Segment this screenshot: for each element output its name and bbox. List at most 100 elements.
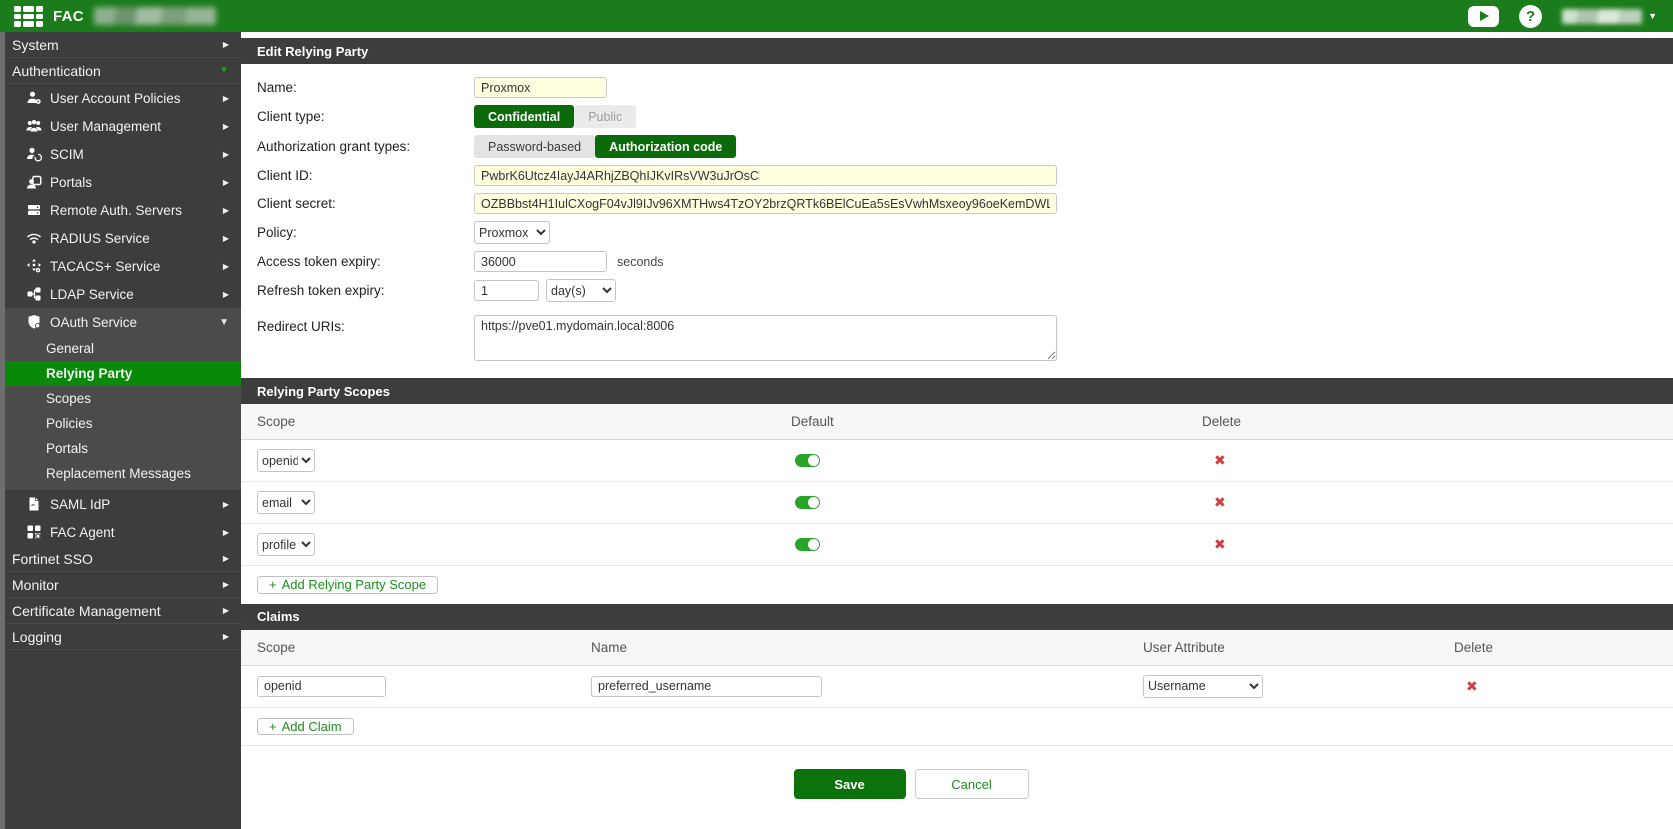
claims-col-delete: Delete (1438, 630, 1673, 665)
sidebar-item-fortinet-sso[interactable]: Fortinet SSO ▶ (5, 546, 241, 572)
sidebar-item-label: Relying Party (46, 366, 132, 381)
scopes-section-title: Relying Party Scopes (241, 378, 1673, 404)
sidebar-item-portals[interactable]: Portals ▶ (5, 168, 241, 196)
sidebar-item-label: Authentication (12, 63, 101, 79)
name-input[interactable] (474, 77, 607, 98)
client-id-label: Client ID: (257, 168, 474, 183)
chevron-down-icon: ▼ (219, 65, 229, 76)
grant-types-label: Authorization grant types: (257, 139, 474, 154)
claim-user-attribute-select[interactable]: Username (1143, 675, 1263, 698)
redacted-username (1562, 9, 1642, 24)
claim-name-input[interactable] (591, 676, 822, 697)
scopes-col-scope: Scope (241, 404, 775, 439)
cancel-button[interactable]: Cancel (915, 769, 1029, 799)
policy-select[interactable]: Proxmox (474, 221, 550, 244)
chevron-right-icon: ▶ (223, 554, 229, 563)
main-panel: Edit Relying Party Name: Client type: Co… (241, 32, 1673, 829)
sidebar-item-label: Remote Auth. Servers (50, 203, 182, 218)
sidebar-item-system[interactable]: System ▶ (5, 32, 241, 58)
page-title: Edit Relying Party (241, 38, 1673, 64)
plus-icon: + (269, 719, 277, 734)
access-token-expiry-input[interactable] (474, 251, 607, 272)
redirect-uris-textarea[interactable]: https://pve01.mydomain.local:8006 (474, 315, 1057, 361)
sidebar-item-oauth-policies[interactable]: Policies (5, 411, 241, 436)
sidebar-item-authentication[interactable]: Authentication ▼ (5, 58, 241, 84)
add-claim-button[interactable]: + Add Claim (257, 718, 354, 736)
scope-select[interactable]: profile (257, 533, 315, 556)
claims-table-header: Scope Name User Attribute Delete (241, 630, 1673, 666)
chevron-right-icon: ▶ (223, 528, 229, 537)
tree-icon (26, 286, 42, 302)
sidebar-item-label: User Management (50, 119, 161, 134)
sidebar-item-monitor[interactable]: Monitor ▶ (5, 572, 241, 598)
form-actions: Save Cancel (241, 746, 1673, 829)
claim-row: Username ✖ (241, 666, 1673, 708)
relying-party-form: Name: Client type: Confidential Public A… (241, 64, 1673, 378)
delete-scope-button[interactable]: ✖ (1214, 494, 1226, 511)
claim-scope-input[interactable] (257, 676, 386, 697)
refresh-token-unit-select[interactable]: day(s) (546, 279, 616, 302)
users-icon (26, 118, 42, 134)
sidebar-item-label: Scopes (46, 391, 91, 406)
sidebar-item-label: Policies (46, 416, 93, 431)
sidebar-item-scim[interactable]: SCIM ▶ (5, 140, 241, 168)
refresh-token-expiry-label: Refresh token expiry: (257, 283, 474, 298)
sidebar-item-tacacs-service[interactable]: TACACS+ Service ▶ (5, 252, 241, 280)
scopes-table-header: Scope Default Delete (241, 404, 1673, 440)
sidebar-item-relying-party[interactable]: Relying Party (5, 361, 241, 386)
refresh-token-expiry-input[interactable] (474, 280, 539, 301)
client-secret-input[interactable] (474, 193, 1057, 214)
add-claim-label: Add Claim (282, 719, 342, 734)
sidebar-item-ldap-service[interactable]: LDAP Service ▶ (5, 280, 241, 308)
sidebar-item-user-account-policies[interactable]: User Account Policies ▶ (5, 84, 241, 112)
sidebar-item-certificate-management[interactable]: Certificate Management ▶ (5, 598, 241, 624)
sidebar-item-oauth-scopes[interactable]: Scopes (5, 386, 241, 411)
grant-types-toggle: Password-based Authorization code (474, 135, 736, 158)
claims-col-user-attribute: User Attribute (1127, 630, 1438, 665)
sidebar-item-label: FAC Agent (50, 525, 115, 540)
policy-label: Policy: (257, 225, 474, 240)
sidebar-item-oauth-portals[interactable]: Portals (5, 436, 241, 461)
sidebar-item-label: System (12, 37, 59, 53)
delete-scope-button[interactable]: ✖ (1214, 452, 1226, 469)
sidebar-item-remote-auth-servers[interactable]: Remote Auth. Servers ▶ (5, 196, 241, 224)
delete-claim-button[interactable]: ✖ (1466, 678, 1478, 695)
chevron-right-icon: ▶ (223, 632, 229, 641)
save-button[interactable]: Save (794, 769, 906, 799)
chevron-right-icon: ▶ (223, 234, 229, 243)
scope-select[interactable]: openid (257, 449, 315, 472)
sidebar-item-fac-agent[interactable]: FAC Agent ▶ (5, 518, 241, 546)
grant-authorization-code-button[interactable]: Authorization code (595, 135, 736, 158)
scope-row: email ✖ (241, 482, 1673, 524)
sidebar-item-user-management[interactable]: User Management ▶ (5, 112, 241, 140)
scope-select[interactable]: email (257, 491, 315, 514)
default-toggle[interactable] (795, 454, 820, 467)
sidebar-item-radius-service[interactable]: RADIUS Service ▶ (5, 224, 241, 252)
chevron-right-icon: ▶ (223, 606, 229, 615)
sidebar-item-oauth-service[interactable]: OAuth Service ▼ (5, 308, 241, 336)
add-relying-party-scope-button[interactable]: + Add Relying Party Scope (257, 576, 438, 594)
user-gear-icon (26, 90, 42, 106)
claims-col-scope: Scope (241, 630, 575, 665)
sidebar-item-label: Portals (50, 175, 92, 190)
sidebar-item-oauth-general[interactable]: General (5, 336, 241, 361)
sidebar-item-logging[interactable]: Logging ▶ (5, 624, 241, 650)
chevron-right-icon: ▶ (223, 178, 229, 187)
client-type-public-button[interactable]: Public (574, 105, 636, 128)
sidebar-item-saml-idp[interactable]: SAML IdP ▶ (5, 490, 241, 518)
chevron-right-icon: ▶ (223, 122, 229, 131)
sidebar-item-label: Certificate Management (12, 603, 161, 619)
delete-scope-button[interactable]: ✖ (1214, 536, 1226, 553)
default-toggle[interactable] (795, 496, 820, 509)
grant-password-based-button[interactable]: Password-based (474, 135, 595, 158)
default-toggle[interactable] (795, 538, 820, 551)
chevron-right-icon: ▶ (223, 40, 229, 49)
client-type-confidential-button[interactable]: Confidential (474, 105, 574, 128)
sidebar: System ▶ Authentication ▼ User Account P… (0, 32, 241, 829)
client-id-input[interactable] (474, 165, 1057, 186)
user-menu[interactable]: ▼ (1562, 9, 1657, 24)
brand-label: FAC (53, 8, 84, 25)
sidebar-item-replacement-messages[interactable]: Replacement Messages (5, 461, 241, 486)
youtube-icon[interactable] (1468, 6, 1499, 27)
help-icon[interactable]: ? (1519, 5, 1542, 28)
